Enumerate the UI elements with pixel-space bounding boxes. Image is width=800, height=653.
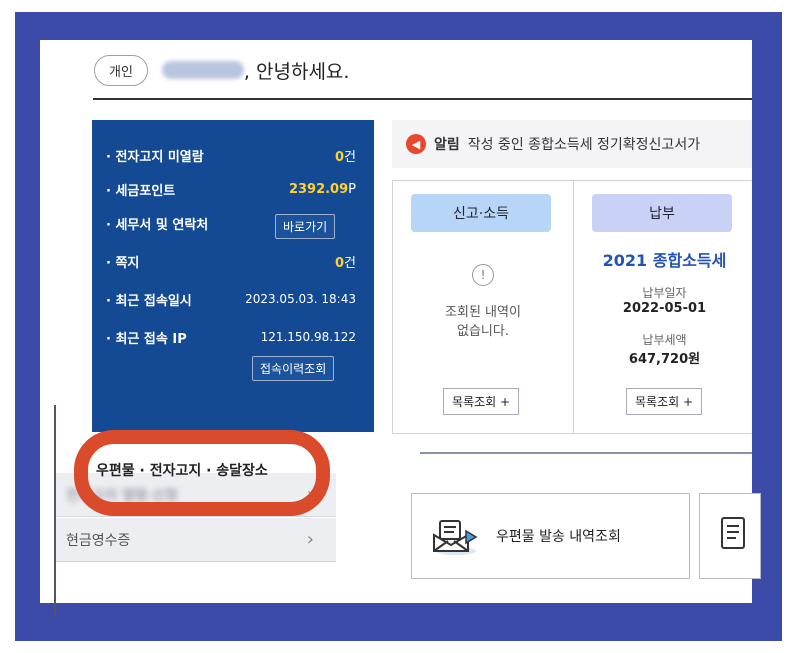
empty-message: 조회된 내역이 없습니다. xyxy=(445,305,521,339)
payment-date-label: 납부일자 xyxy=(642,286,687,300)
summary-box: · 전자고지 미열람 0건 · 세금포인트 2392.09P · 세무서 및 연… xyxy=(92,120,374,432)
summary-row-last-ip: · 최근 접속 IP 121.150.98.122 xyxy=(106,324,356,350)
summary-row-message[interactable]: · 쪽지 0건 xyxy=(106,248,356,274)
shortcut-button[interactable]: 바로가기 xyxy=(275,214,336,239)
greeting-bar: 개인 , 안녕하세요. xyxy=(94,54,349,86)
card-title[interactable]: 납부 xyxy=(592,194,732,232)
megaphone-icon: ◀ xyxy=(406,134,426,154)
greeting-divider xyxy=(93,98,752,100)
document-card[interactable] xyxy=(699,493,761,579)
card-report: 신고·소득 ! 조회된 내역이 없습니다. 목록조회 + xyxy=(393,181,574,433)
summary-row-points[interactable]: · 세금포인트 2392.09P xyxy=(106,176,356,202)
mail-history-card[interactable]: 우편물 발송 내역조회 xyxy=(411,493,690,579)
login-history-button[interactable]: 접속이력조회 xyxy=(252,356,335,381)
payment-amount: 647,720원 xyxy=(628,352,701,367)
summary-label: · 세무서 및 연락처 xyxy=(106,217,209,233)
card-payment: 납부 2021 종합소득세 납부일자 2022-05-01 납부세액 647,7… xyxy=(574,181,752,433)
summary-value: 2023.05.03. 18:43 xyxy=(245,292,356,306)
summary-label: · 전자고지 미열람 xyxy=(106,149,204,165)
alert-text: 작성 중인 종합소득세 정기확정신고서가 xyxy=(467,137,701,153)
summary-row-last-login: · 최근 접속일시 2023.05.03. 18:43 xyxy=(106,286,356,312)
payment-date: 2022-05-01 xyxy=(622,301,707,316)
greeting-text: , 안녕하세요. xyxy=(243,60,350,83)
list-view-button[interactable]: 목록조회 + xyxy=(626,388,703,415)
tax-name[interactable]: 2021 종합소득세 xyxy=(574,247,752,271)
summary-value: 121.150.98.122 xyxy=(260,330,356,344)
envelope-icon xyxy=(433,520,478,555)
summary-value: 0건 xyxy=(334,255,356,271)
side-tab-title[interactable]: 우편물 · 전자고지 · 송달장소 xyxy=(96,460,316,480)
summary-label: · 최근 접속 IP xyxy=(106,331,187,347)
summary-label: · 세금포인트 xyxy=(106,183,176,199)
user-name-blurred xyxy=(161,61,244,79)
alert-tag: 알림 xyxy=(434,137,460,153)
summary-value: 2392.09P xyxy=(288,181,356,197)
chevron-right-icon: › xyxy=(306,529,314,550)
mail-history-label: 우편물 발송 내역조회 xyxy=(496,529,621,545)
document-icon xyxy=(721,517,745,549)
info-icon: ! xyxy=(472,264,494,286)
summary-row-unread[interactable]: · 전자고지 미열람 0건 xyxy=(106,142,356,168)
status-cards: 신고·소득 ! 조회된 내역이 없습니다. 목록조회 + 납부 2021 종합소… xyxy=(392,180,752,434)
payment-amount-label: 납부세액 xyxy=(642,333,687,347)
alert-bar[interactable]: ◀ 알림 작성 중인 종합소득세 정기확정신고서가 xyxy=(392,120,752,168)
list-view-button[interactable]: 목록조회 + xyxy=(443,388,520,415)
summary-label: · 최근 접속일시 xyxy=(106,293,192,309)
summary-value: 0건 xyxy=(334,149,356,165)
card-title[interactable]: 신고·소득 xyxy=(411,194,551,232)
section-divider xyxy=(420,452,752,454)
summary-label: · 쪽지 xyxy=(106,255,140,271)
side-menu-item[interactable]: 현금영수증 › xyxy=(56,518,336,562)
user-type-badge[interactable]: 개인 xyxy=(94,54,148,86)
